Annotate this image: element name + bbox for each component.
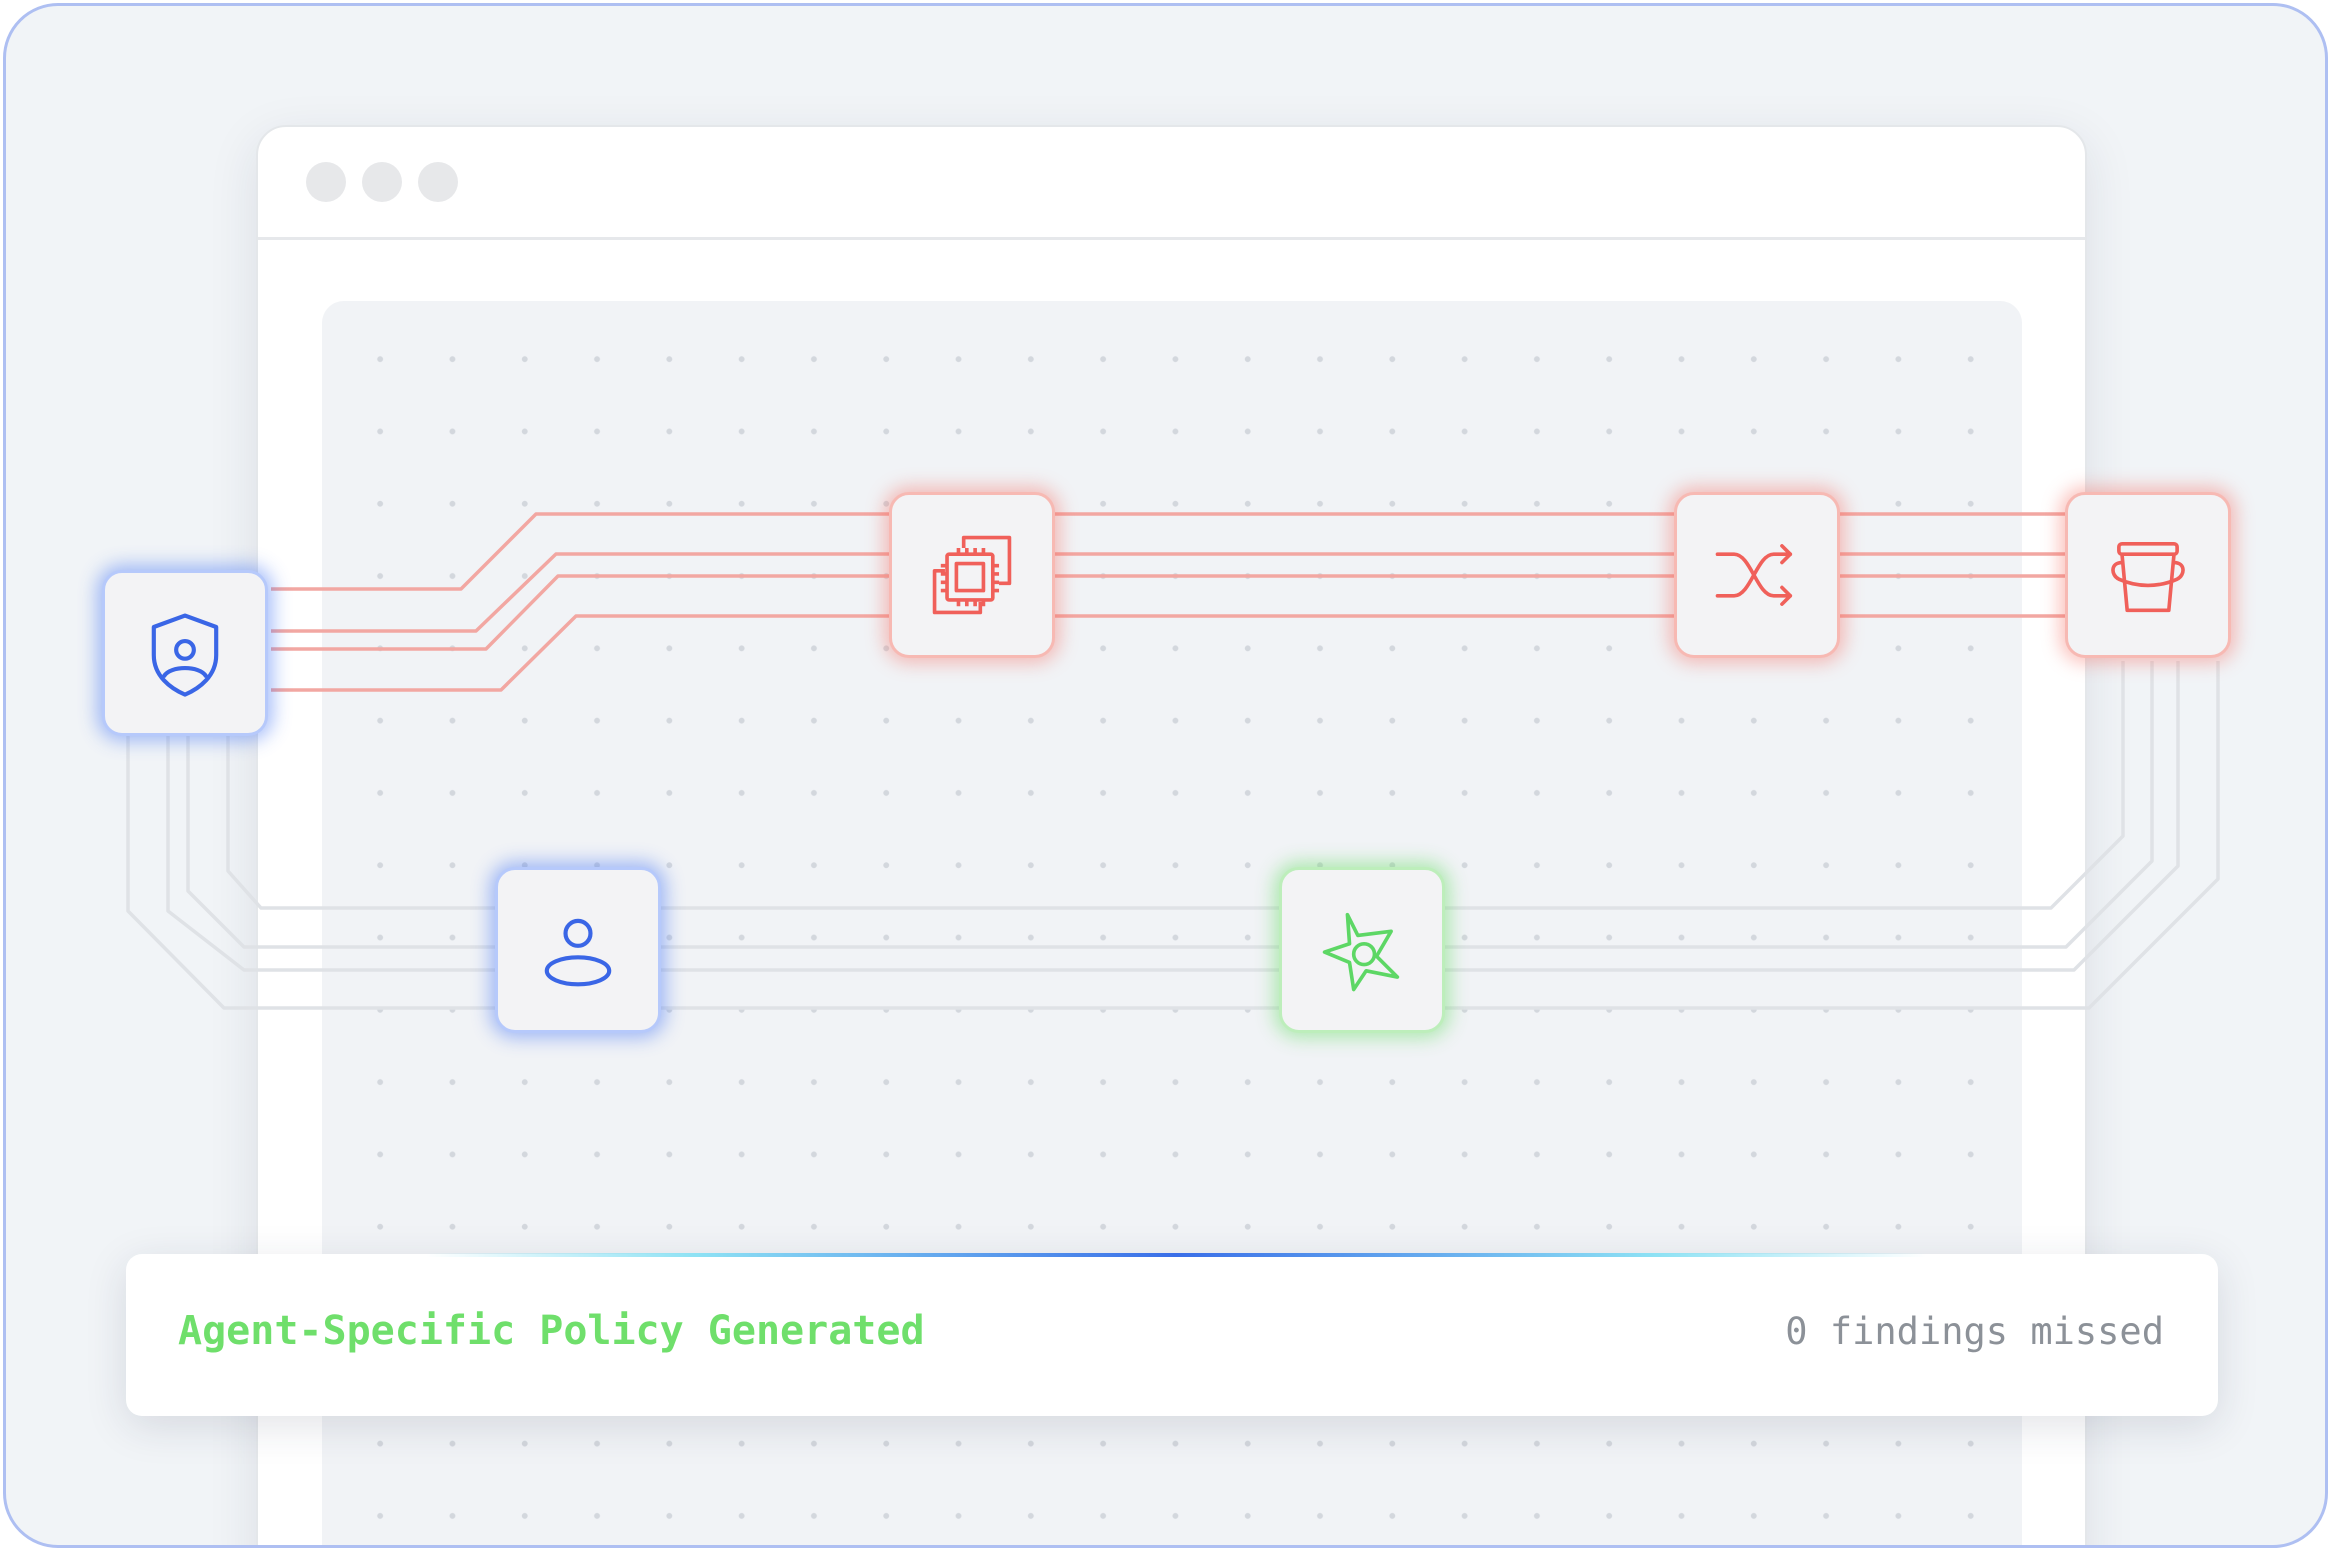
identity-policy-node[interactable] bbox=[102, 570, 268, 736]
compute-node[interactable] bbox=[889, 492, 1055, 658]
chip-icon bbox=[932, 535, 1012, 615]
router-node[interactable] bbox=[1674, 492, 1840, 658]
agent-node[interactable] bbox=[1279, 867, 1445, 1033]
bucket-icon bbox=[2111, 541, 2185, 613]
shuriken-icon bbox=[1322, 912, 1400, 992]
findings-count: 0 findings missed bbox=[1785, 1310, 2164, 1353]
status-bar: Agent-Specific Policy Generated 0 findin… bbox=[126, 1253, 2218, 1416]
shield-user-icon bbox=[151, 613, 219, 697]
storage-node[interactable] bbox=[2065, 492, 2231, 658]
shuffle-icon bbox=[1715, 544, 1793, 606]
illustration-frame: Agent-Specific Policy Generated 0 findin… bbox=[3, 3, 2328, 1548]
user-node[interactable] bbox=[495, 867, 661, 1033]
user-icon bbox=[544, 918, 612, 987]
status-title: Agent-Specific Policy Generated bbox=[178, 1308, 925, 1354]
status-accent-line bbox=[426, 1253, 1926, 1257]
